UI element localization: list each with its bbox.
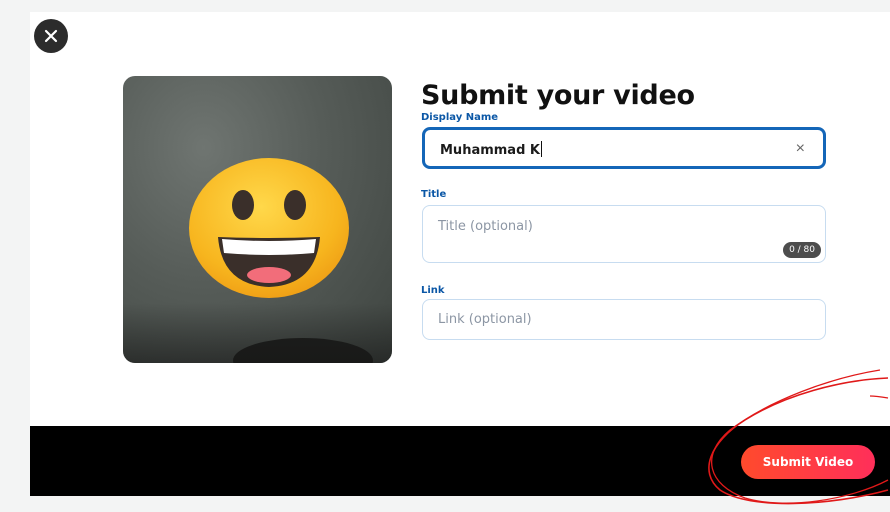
text-caret: [541, 141, 542, 157]
submit-video-button[interactable]: Submit Video: [741, 445, 875, 479]
grinning-face-emoji-icon: [189, 158, 349, 298]
close-icon: [44, 29, 58, 43]
link-placeholder: Link (optional): [438, 312, 532, 327]
clear-icon[interactable]: ×: [796, 140, 805, 158]
link-label: Link: [421, 285, 445, 296]
display-name-label: Display Name: [421, 112, 499, 123]
display-name-value: Muhammad K: [440, 141, 542, 158]
preview-shade: [123, 303, 392, 363]
character-counter: 0 / 80: [783, 242, 821, 258]
display-name-input[interactable]: Muhammad K ×: [422, 127, 826, 169]
link-input[interactable]: Link (optional): [422, 299, 826, 340]
close-button[interactable]: [34, 19, 68, 53]
title-label: Title: [421, 189, 447, 200]
title-placeholder: Title (optional): [438, 219, 533, 234]
page-title: Submit your video: [421, 80, 695, 111]
title-input[interactable]: Title (optional) 0 / 80: [422, 205, 826, 263]
